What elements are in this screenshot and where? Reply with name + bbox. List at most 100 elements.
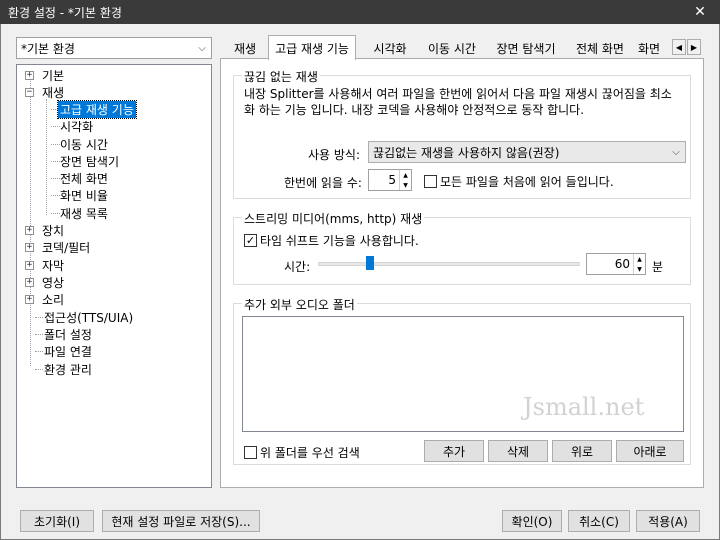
- tree-item-label: 폴더 설정: [44, 328, 92, 342]
- expand-icon[interactable]: +: [25, 71, 34, 80]
- time-value[interactable]: 60: [587, 254, 633, 274]
- collapse-icon[interactable]: −: [25, 88, 34, 97]
- tree-item-label: 영상: [42, 276, 65, 290]
- tree-item-label: 재생 목록: [60, 207, 108, 221]
- method-dropdown[interactable]: 끊김없는 재생을 사용하지 않음(권장) ⌵: [368, 141, 686, 163]
- tab-advanced-playback[interactable]: 고급 재생 기능: [268, 35, 356, 60]
- audio-folder-list[interactable]: Jsmall.net: [242, 316, 684, 432]
- tab-playback[interactable]: 재생: [226, 37, 264, 59]
- tab-seek-time[interactable]: 이동 시간: [422, 37, 482, 59]
- method-label: 사용 방식:: [308, 148, 361, 162]
- chevron-down-icon: ⌵: [672, 146, 680, 158]
- stepper-up-icon[interactable]: ▲: [634, 254, 645, 264]
- tree-item-label: 소리: [42, 293, 65, 307]
- stepper-up-icon[interactable]: ▲: [400, 170, 411, 180]
- checkbox-checked-icon[interactable]: ✓: [244, 234, 257, 247]
- group-title: 끊김 없는 재생: [242, 68, 320, 85]
- expand-icon[interactable]: +: [25, 295, 34, 304]
- move-down-button[interactable]: 아래로: [616, 440, 684, 462]
- time-unit: 분: [652, 260, 664, 274]
- method-dropdown-value: 끊김없는 재생을 사용하지 않음(권장): [373, 145, 560, 160]
- tree-item-video[interactable]: + 영상: [25, 274, 66, 291]
- tree-item-label: 고급 재생 기능: [57, 100, 137, 119]
- expand-icon[interactable]: +: [25, 226, 34, 235]
- time-label: 시간:: [284, 260, 311, 274]
- tree-item-label: 코덱/필터: [42, 241, 91, 255]
- expand-icon[interactable]: +: [25, 278, 34, 287]
- checkbox-label: 위 폴더를 우선 검색: [260, 446, 360, 460]
- tree-item-scene-explorer[interactable]: 장면 탐색기: [58, 153, 121, 170]
- stepper-down-icon[interactable]: ▼: [400, 180, 411, 190]
- tab-strip: 재생 고급 재생 기능 시각화 이동 시간 장면 탐색기 전체 화면 화면 ◀ …: [220, 35, 704, 60]
- delete-folder-button[interactable]: 삭제: [488, 440, 548, 462]
- tree-item-advanced-playback[interactable]: 고급 재생 기능: [57, 100, 137, 119]
- tree-item-label: 파일 연결: [44, 345, 92, 359]
- group-title: 추가 외부 오디오 폴더: [242, 296, 357, 313]
- expand-icon[interactable]: +: [25, 261, 34, 270]
- reset-button[interactable]: 초기화(I): [20, 510, 94, 532]
- tree-item-basic[interactable]: + 기본: [25, 67, 66, 84]
- stepper-arrows[interactable]: ▲ ▼: [633, 254, 645, 274]
- tree-item-playback[interactable]: − 재생: [25, 84, 66, 101]
- read-count-stepper[interactable]: 5 ▲ ▼: [368, 169, 412, 191]
- tab-aspect-ratio[interactable]: 화면: [638, 37, 668, 59]
- tree-connector: [30, 73, 31, 366]
- tree-item-label: 환경 관리: [44, 363, 92, 377]
- stepper-down-icon[interactable]: ▼: [634, 264, 645, 274]
- checkbox-box[interactable]: [424, 175, 437, 188]
- tree-item-playlist[interactable]: 재생 목록: [58, 205, 110, 222]
- save-current-profile-button[interactable]: 현재 설정 파일로 저장(S)...: [102, 510, 260, 532]
- window-title: 환경 설정 - *기본 환경: [8, 5, 122, 20]
- group-title: 스트리밍 미디어(mms, http) 재생: [242, 210, 425, 227]
- tree-item-accessibility[interactable]: 접근성(TTS/UIA): [42, 309, 135, 326]
- move-up-button[interactable]: 위로: [552, 440, 612, 462]
- timeshift-checkbox[interactable]: ✓ 타임 쉬프트 기능을 사용합니다.: [244, 232, 419, 249]
- audio-folders-group: 추가 외부 오디오 폴더 Jsmall.net 위 폴더를 우선 검색 추가 삭…: [233, 296, 691, 465]
- time-slider-thumb[interactable]: [366, 256, 375, 270]
- tree-item-label: 접근성(TTS/UIA): [44, 311, 134, 325]
- tree-item-codec-filter[interactable]: + 코덱/필터: [25, 239, 92, 256]
- seamless-description: 내장 Splitter를 사용해서 여러 파일을 한번에 읽어서 다음 파일 재…: [244, 86, 688, 118]
- tree-item-subtitles[interactable]: + 자막: [25, 257, 66, 274]
- tab-scroll-right-icon[interactable]: ▶: [687, 39, 701, 55]
- description-line: 화 하는 기능 입니다. 내장 코덱을 사용해야 안정적으로 동작 합니다.: [244, 103, 585, 117]
- tree-item-audio[interactable]: + 소리: [25, 291, 66, 308]
- tree-item-label: 장면 탐색기: [60, 155, 120, 169]
- cancel-button[interactable]: 취소(C): [568, 510, 630, 532]
- tab-panel-advanced-playback: 끊김 없는 재생 내장 Splitter를 사용해서 여러 파일을 한번에 읽어…: [220, 58, 704, 488]
- tab-visualization[interactable]: 시각화: [366, 37, 414, 59]
- tree-item-aspect-ratio[interactable]: 화면 비율: [58, 187, 110, 204]
- settings-tree[interactable]: + 기본 − 재생 고급 재생 기능 시각화 이동 시간 장면 탐색기 전체 화…: [16, 64, 212, 488]
- tree-item-visualization[interactable]: 시각화: [58, 118, 95, 135]
- tree-item-fullscreen[interactable]: 전체 화면: [58, 170, 110, 187]
- tree-item-devices[interactable]: + 장치: [25, 222, 66, 239]
- time-slider-track[interactable]: [318, 262, 580, 266]
- apply-button[interactable]: 적용(A): [636, 510, 700, 532]
- expand-icon[interactable]: +: [25, 243, 34, 252]
- seamless-playback-group: 끊김 없는 재생 내장 Splitter를 사용해서 여러 파일을 한번에 읽어…: [233, 68, 691, 199]
- tree-item-label: 자막: [42, 259, 65, 273]
- time-stepper[interactable]: 60 ▲ ▼: [586, 253, 646, 275]
- read-all-checkbox[interactable]: 모든 파일을 처음에 읽어 들입니다.: [424, 173, 614, 190]
- tree-item-profile-management[interactable]: 환경 관리: [42, 361, 94, 378]
- tree-item-seek-time[interactable]: 이동 시간: [58, 136, 110, 153]
- tab-scene-explorer[interactable]: 장면 탐색기: [490, 37, 562, 59]
- stepper-arrows[interactable]: ▲ ▼: [399, 170, 411, 190]
- tab-fullscreen[interactable]: 전체 화면: [570, 37, 630, 59]
- checkbox-box[interactable]: [244, 446, 257, 459]
- read-count-label: 한번에 읽을 수:: [284, 176, 362, 190]
- profile-select[interactable]: *기본 환경 ⌵: [16, 37, 212, 59]
- tree-connector: [46, 99, 47, 215]
- tree-item-file-association[interactable]: 파일 연결: [42, 343, 94, 360]
- tree-item-label: 전체 화면: [60, 172, 108, 186]
- profile-select-value: *기본 환경: [21, 41, 75, 56]
- tab-scroll-left-icon[interactable]: ◀: [672, 39, 686, 55]
- tree-item-folder-settings[interactable]: 폴더 설정: [42, 326, 94, 343]
- tree-item-label: 재생: [42, 86, 65, 100]
- title-bar: 환경 설정 - *기본 환경 ✕: [0, 0, 720, 24]
- priority-search-checkbox[interactable]: 위 폴더를 우선 검색: [244, 444, 360, 461]
- ok-button[interactable]: 확인(O): [502, 510, 562, 532]
- read-count-value[interactable]: 5: [369, 170, 399, 190]
- close-icon[interactable]: ✕: [680, 0, 720, 24]
- add-folder-button[interactable]: 추가: [424, 440, 484, 462]
